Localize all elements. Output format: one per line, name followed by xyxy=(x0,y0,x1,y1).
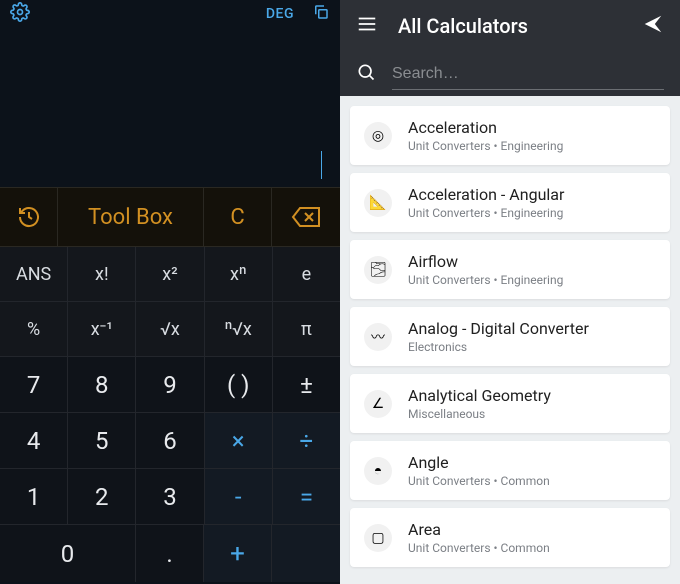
page-title: All Calculators xyxy=(398,14,622,38)
item-icon: ◎ xyxy=(364,122,392,150)
power-key[interactable]: xⁿ xyxy=(205,247,273,301)
item-subtitle: Unit Converters • Common xyxy=(408,541,550,555)
nroot-key[interactable]: ⁿ√x xyxy=(205,302,273,356)
equals-key[interactable]: = xyxy=(273,469,340,524)
square-key[interactable]: x² xyxy=(136,247,204,301)
list-item[interactable]: ▢ Area Unit Converters • Common xyxy=(350,508,670,567)
subtract-key[interactable]: - xyxy=(205,469,273,524)
item-icon: 〰 xyxy=(364,323,392,351)
num-row-123: 1 2 3 - = xyxy=(0,469,340,525)
num-row-456: 4 5 6 × ÷ xyxy=(0,413,340,469)
key-6[interactable]: 6 xyxy=(136,413,204,468)
key-3[interactable]: 3 xyxy=(136,469,204,524)
cursor xyxy=(321,151,322,179)
divide-key[interactable]: ÷ xyxy=(273,413,340,468)
key-5[interactable]: 5 xyxy=(68,413,136,468)
item-icon: ▢ xyxy=(364,524,392,552)
toolbox-button[interactable]: Tool Box xyxy=(58,188,204,246)
key-2[interactable]: 2 xyxy=(68,469,136,524)
item-title: Analog - Digital Converter xyxy=(408,319,589,338)
percent-key[interactable]: % xyxy=(0,302,68,356)
list-item[interactable]: 〰 Analog - Digital Converter Electronics xyxy=(350,307,670,366)
backspace-button[interactable] xyxy=(272,188,340,246)
fn-row-1: ANS x! x² xⁿ e xyxy=(0,247,340,302)
list-item[interactable]: 📐 Acceleration - Angular Unit Converters … xyxy=(350,173,670,232)
key-4[interactable]: 4 xyxy=(0,413,68,468)
item-subtitle: Unit Converters • Engineering xyxy=(408,139,563,153)
key-7[interactable]: 7 xyxy=(0,357,68,412)
sqrt-key[interactable]: √x xyxy=(136,302,204,356)
calc-status-bar: DEG xyxy=(0,0,340,28)
equals-key-bottom[interactable] xyxy=(272,525,340,582)
fn-row-2: % x⁻¹ √x ⁿ√x π xyxy=(0,302,340,357)
item-subtitle: Miscellaneous xyxy=(408,407,551,421)
item-title: Airflow xyxy=(408,252,563,271)
status-right: DEG xyxy=(266,3,330,25)
key-1[interactable]: 1 xyxy=(0,469,68,524)
paren-key[interactable]: ( ) xyxy=(205,357,273,412)
factorial-key[interactable]: x! xyxy=(68,247,136,301)
list-item[interactable]: 🌫 Airflow Unit Converters • Engineering xyxy=(350,240,670,299)
item-title: Acceleration xyxy=(408,118,563,137)
list-item[interactable]: ◎ Acceleration Unit Converters • Engineer… xyxy=(350,106,670,165)
inverse-key[interactable]: x⁻¹ xyxy=(68,302,136,356)
search-input[interactable] xyxy=(392,59,664,90)
pi-key[interactable]: π xyxy=(273,302,340,356)
angle-mode[interactable]: DEG xyxy=(266,6,294,22)
ans-key[interactable]: ANS xyxy=(0,247,68,301)
num-row-0: 0 . + xyxy=(0,525,340,582)
history-button[interactable] xyxy=(0,188,58,246)
plusminus-key[interactable]: ± xyxy=(273,357,340,412)
add-key[interactable]: + xyxy=(204,525,272,582)
calculator-list[interactable]: ◎ Acceleration Unit Converters • Engineer… xyxy=(340,96,680,584)
toolbar-row: Tool Box C xyxy=(0,188,340,247)
copy-icon[interactable] xyxy=(312,3,330,25)
clear-button[interactable]: C xyxy=(204,188,272,246)
item-title: Analytical Geometry xyxy=(408,386,551,405)
item-subtitle: Unit Converters • Engineering xyxy=(408,206,564,220)
item-title: Acceleration - Angular xyxy=(408,185,564,204)
num-row-789: 7 8 9 ( ) ± xyxy=(0,357,340,413)
key-8[interactable]: 8 xyxy=(68,357,136,412)
calculators-panel: All Calculators ◎ Acceleration Unit Conve… xyxy=(340,0,680,584)
list-item[interactable]: ∠ Analytical Geometry Miscellaneous xyxy=(350,374,670,433)
search-icon xyxy=(356,62,376,86)
item-title: Angle xyxy=(408,453,550,472)
item-subtitle: Unit Converters • Common xyxy=(408,474,550,488)
item-subtitle: Electronics xyxy=(408,340,589,354)
item-icon: ∠ xyxy=(364,390,392,418)
search-bar xyxy=(340,52,680,96)
e-key[interactable]: e xyxy=(273,247,340,301)
item-icon: 🌫 xyxy=(364,256,392,284)
list-header: All Calculators xyxy=(340,0,680,52)
list-item[interactable]: ◓ Angle Unit Converters • Common xyxy=(350,441,670,500)
item-subtitle: Unit Converters • Engineering xyxy=(408,273,563,287)
item-icon: ◓ xyxy=(364,457,392,485)
key-0[interactable]: 0 xyxy=(0,525,136,582)
menu-icon[interactable] xyxy=(356,13,378,39)
key-9[interactable]: 9 xyxy=(136,357,204,412)
share-icon[interactable] xyxy=(642,13,664,39)
item-icon: 📐 xyxy=(364,189,392,217)
item-title: Area xyxy=(408,520,550,539)
multiply-key[interactable]: × xyxy=(205,413,273,468)
decimal-key[interactable]: . xyxy=(136,525,204,582)
calculator-panel: DEG Tool Box C ANS x! x² xⁿ e % x⁻¹ √x ⁿ… xyxy=(0,0,340,584)
settings-icon[interactable] xyxy=(10,2,30,26)
calc-display[interactable] xyxy=(0,28,340,188)
